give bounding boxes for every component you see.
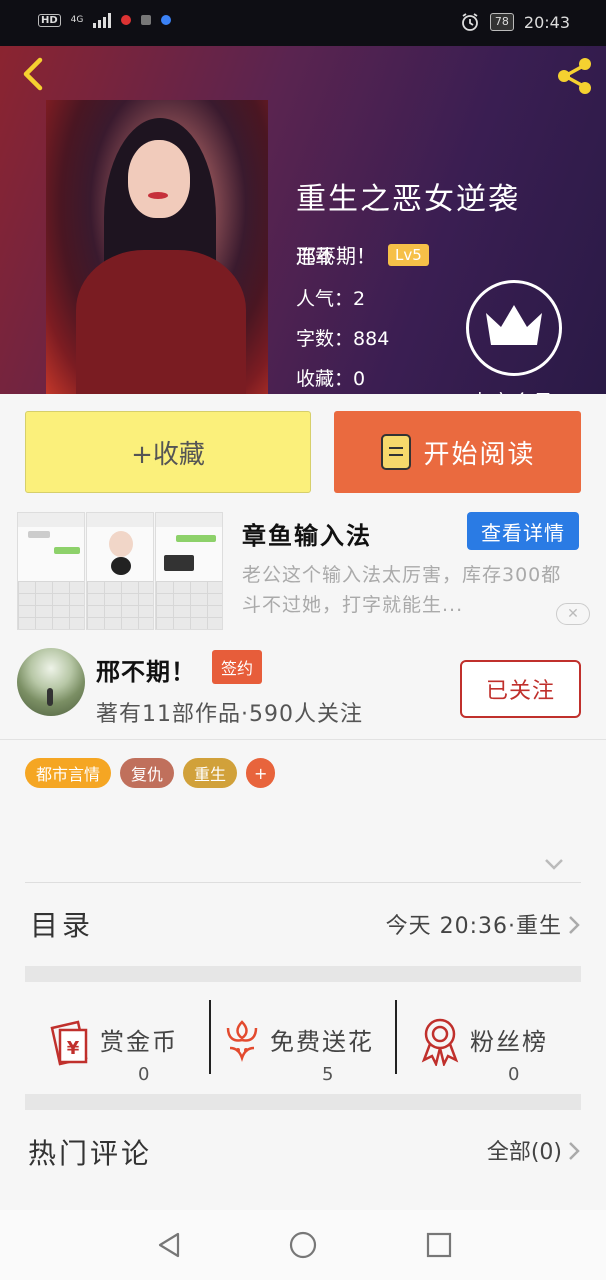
chevron-right-icon (569, 1142, 580, 1160)
book-icon (381, 434, 412, 470)
cover-face (128, 140, 190, 218)
nav-home-icon[interactable] (288, 1230, 318, 1260)
app-notification-icon (121, 15, 132, 25)
all-comments-link[interactable]: 全部(0) (487, 1134, 562, 1166)
words-label: 字数： (296, 328, 354, 350)
reward-coins-label: 赏金币 (100, 1028, 178, 1056)
reader-actions: ¥ 赏金币 0 免费送花 5 粉丝榜 0 (0, 982, 606, 1092)
author-stats: 著有11部作品·590人关注 (96, 702, 363, 727)
book-favorites: 收藏：0 (296, 364, 365, 391)
status-right: 78 20:43 (460, 12, 570, 32)
ad-banner[interactable]: 章鱼输入法 查看详情 老公这个输入法太厉害，库存300都斗不过她，打字就能生..… (0, 504, 606, 638)
add-to-favorites-button[interactable]: +收藏 (25, 411, 311, 493)
author-avatar[interactable] (17, 648, 85, 716)
table-of-contents-row[interactable]: 目录 今天 20:36·重生 (0, 884, 606, 964)
latest-chapter: 今天 20:36·重生 (385, 914, 562, 939)
ad-description: 老公这个输入法太厉害，库存300都斗不过她，打字就能生... (242, 564, 562, 616)
status-left: HD 4G (38, 12, 172, 28)
book-cover-image[interactable] (46, 100, 268, 394)
stat-divider (395, 1000, 397, 1074)
fan-ranking-button[interactable]: 粉丝榜 0 (418, 1000, 588, 1092)
add-tag-button[interactable]: + (246, 758, 276, 788)
signed-badge: 签约 (212, 650, 263, 684)
alarm-icon (461, 13, 478, 31)
action-bar: +收藏 开始阅读 (0, 394, 606, 504)
share-icon[interactable] (554, 54, 598, 98)
ad-screenshot-3 (155, 512, 223, 630)
send-flowers-button[interactable]: 免费送花 5 (218, 1000, 394, 1092)
start-reading-label: 开始阅读 (423, 439, 536, 470)
back-arrow-icon[interactable] (14, 54, 54, 94)
signal-icon (93, 12, 112, 28)
svg-text:¥: ¥ (67, 1038, 80, 1059)
nav-recents-icon[interactable] (424, 1230, 454, 1260)
start-reading-button[interactable]: 开始阅读 (334, 411, 581, 493)
tag-urban-romance[interactable]: 都市言情 (25, 758, 112, 788)
tag-revenge[interactable]: 复仇 (120, 758, 175, 788)
network-type: 4G (70, 14, 84, 25)
fan-ranking-value: 0 (508, 1064, 520, 1085)
divider (25, 882, 581, 883)
popularity-label: 人气： (296, 288, 354, 310)
red-envelope-yen-icon: ¥ (50, 1020, 88, 1066)
ad-screenshot-2 (86, 512, 154, 630)
tag-list: 都市言情 复仇 重生 + (25, 758, 276, 788)
tag-rebirth[interactable]: 重生 (183, 758, 238, 788)
book-title: 重生之恶女逆袭 (296, 182, 520, 217)
battery-level: 78 (489, 13, 514, 31)
reward-coins-button[interactable]: ¥ 赏金币 0 (44, 1000, 204, 1092)
hot-comments-row[interactable]: 热门评论 全部(0) (0, 1110, 606, 1210)
book-status: 连载 (296, 246, 335, 268)
app-notification-icon-3 (161, 15, 172, 25)
fan-ranking-label: 粉丝榜 (470, 1028, 548, 1056)
book-popularity: 人气：2 (296, 284, 365, 311)
stat-divider (209, 1000, 211, 1074)
cover-dress (76, 250, 246, 394)
ad-close-icon[interactable]: ✕ (556, 603, 590, 625)
hot-comments-label: 热门评论 (28, 1137, 153, 1170)
section-separator (25, 1094, 581, 1110)
vip-crown-button[interactable] (466, 280, 562, 376)
status-bar: HD 4G 78 20:43 (0, 0, 606, 46)
book-word-count: 字数：884 (296, 324, 389, 351)
medal-icon (421, 1018, 459, 1066)
author-name[interactable]: 邢不期！ (96, 652, 196, 687)
words-value: 884 (353, 328, 390, 350)
flower-icon (226, 1020, 258, 1062)
cover-lips (148, 192, 168, 199)
toc-label: 目录 (30, 909, 95, 942)
crown-icon (486, 305, 542, 345)
clock: 20:43 (523, 12, 570, 32)
view-details-button[interactable]: 查看详情 (467, 512, 579, 550)
favorites-label: 收藏： (296, 368, 354, 390)
hd-indicator: HD (38, 13, 61, 27)
favorites-value: 0 (353, 368, 366, 390)
app-notification-icon-2 (141, 15, 152, 25)
book-header: 重生之恶女逆袭 邢不期！ Lv5 连载 人气：2 字数：884 收藏：0 点亮会… (0, 46, 606, 394)
system-navigation-bar (0, 1210, 606, 1280)
send-flowers-label: 免费送花 (270, 1028, 374, 1056)
send-flowers-value: 5 (322, 1064, 334, 1085)
author-level-badge: Lv5 (388, 243, 429, 266)
ad-screenshot-1 (17, 512, 85, 630)
nav-back-icon[interactable] (154, 1230, 184, 1260)
reward-coins-value: 0 (138, 1064, 150, 1085)
ad-title: 章鱼输入法 (242, 522, 372, 550)
chevron-right-icon (569, 916, 580, 934)
author-card[interactable]: 邢不期！ 签约 著有11部作品·590人关注 已关注 (0, 638, 606, 740)
expand-chevron-icon[interactable] (543, 856, 565, 872)
vip-label[interactable]: 点亮会员 (470, 386, 554, 394)
section-separator (25, 966, 581, 982)
popularity-value: 2 (353, 288, 366, 310)
follow-button[interactable]: 已关注 (460, 660, 581, 718)
